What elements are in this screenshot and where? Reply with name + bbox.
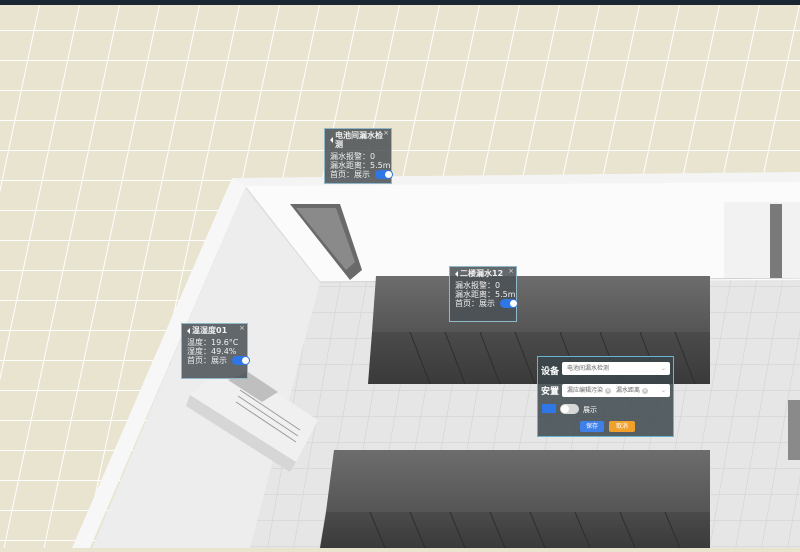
popup-title: 电池间漏水检测 [330,131,387,149]
chevron-down-icon: ⌄ [660,365,666,372]
caret-left-icon [187,327,190,334]
chevron-down-icon: ⌄ [660,387,666,394]
popup-temp-humidity[interactable]: 温湿度01 × 温度：19.6°C 湿度：49.4% 首页：展示 [181,323,250,379]
close-icon[interactable]: × [239,324,245,333]
home-display-row: 首页：展示 [330,170,393,179]
attr-tag-text: 漏应编辑污染 [567,387,604,394]
device-select-value: 电池间漏水检测 [567,365,610,372]
popup-title: 二楼漏水12 [455,269,512,278]
3d-floorplan-scene[interactable] [0,0,800,549]
popup-battery-room-leak[interactable]: 电池间漏水检测 × 漏水报警：0 漏水距离：5.5m 首页：展示 [324,128,393,184]
leak-distance-value: 漏水距离：5.5m [330,161,391,170]
attr-tag: 漏水距离 × [616,384,648,397]
attr-label: 安置 [541,387,560,397]
attr-tag: 漏应编辑污染 × [567,384,612,397]
home-display-label: 首页：展示 [330,170,370,179]
display-switch[interactable] [560,404,579,414]
humidity-value: 湿度：49.4% [187,347,237,356]
popup-title-text: 温湿度01 [192,326,228,335]
popup-title: 温湿度01 [187,326,243,335]
home-display-toggle[interactable] [499,299,518,308]
leak-alarm-value: 漏水报警：0 [455,281,501,290]
attr-multiselect[interactable]: 漏应编辑污染 × 漏水距离 × ⌄ [562,384,670,397]
leak-alarm-value: 漏水报警：0 [330,152,376,161]
close-icon[interactable]: × [383,129,389,138]
home-display-label: 首页：展示 [455,299,495,308]
attr-tag-text: 漏水距离 [615,387,640,394]
home-display-toggle[interactable] [231,356,250,365]
popup-floor2-leak[interactable]: 二楼漏水12 × 漏水报警：0 漏水距离：5.5m 首页：展示 [449,266,518,322]
caret-left-icon [330,137,333,143]
temperature-value: 温度：19.6°C [187,338,239,347]
display-label: 展示 [583,406,597,414]
caret-left-icon [455,270,458,277]
close-icon[interactable]: × [508,267,514,276]
device-label: 设备 [541,367,560,377]
cancel-button[interactable]: 取消 [609,421,635,432]
save-button[interactable]: 保存 [580,421,604,432]
tag-remove-icon[interactable]: × [605,388,612,394]
device-select[interactable]: 电池间漏水检测 ⌄ [562,362,670,375]
home-display-row: 首页：展示 [455,299,518,308]
room-render [0,0,800,549]
leak-distance-value: 漏水距离：5.5m [455,290,516,299]
home-display-label: 首页：展示 [187,356,227,365]
home-display-row: 首页：展示 [187,356,250,365]
top-bar [0,0,800,5]
tag-remove-icon[interactable]: × [641,388,648,394]
device-settings-panel: 设备 电池间漏水检测 ⌄ 安置 漏应编辑污染 × 漏水距离 × ⌄ 展示 保存 取消 [537,356,674,437]
checkbox-highlight[interactable] [542,404,556,413]
popup-title-text: 二楼漏水12 [460,269,504,278]
home-display-toggle[interactable] [374,170,393,179]
popup-title-text: 电池间漏水检测 [335,131,383,149]
